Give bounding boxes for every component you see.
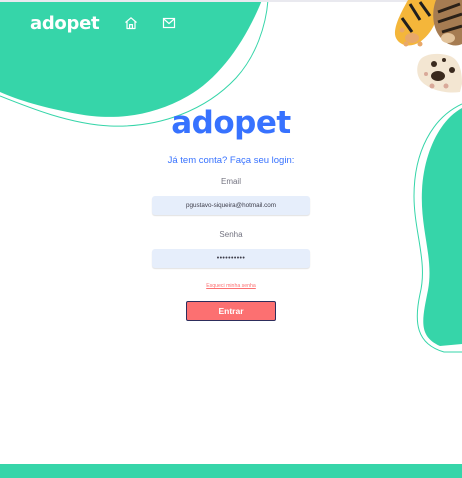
top-nav: adopet xyxy=(0,0,462,48)
login-button[interactable]: Entrar xyxy=(186,301,276,321)
password-label: Senha xyxy=(219,230,243,239)
login-prompt: Já tem conta? Faça seu login: xyxy=(167,155,295,166)
email-label: Email xyxy=(220,177,241,186)
main-logo: adopet xyxy=(171,105,291,141)
footer-bar xyxy=(0,464,462,478)
password-field[interactable] xyxy=(152,249,310,268)
mail-icon[interactable] xyxy=(162,16,176,30)
home-icon[interactable] xyxy=(124,16,138,30)
right-green-shape xyxy=(421,108,462,346)
email-field[interactable] xyxy=(152,196,310,215)
forgot-password-link[interactable]: Esqueci minha senha xyxy=(0,283,462,289)
spotted-paw-icon xyxy=(417,53,462,93)
header-logo[interactable]: adopet xyxy=(30,13,100,34)
